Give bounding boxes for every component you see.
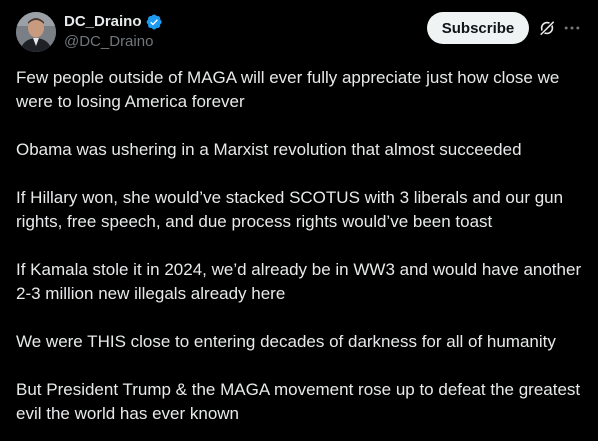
avatar-image — [16, 12, 56, 52]
verified-badge-icon — [146, 14, 162, 30]
author-handle[interactable]: @DC_Draino — [64, 32, 153, 52]
tweet-paragraph: If Kamala stole it in 2024, we’d already… — [16, 260, 582, 303]
tweet-paragraph: But President Trump & the MAGA movement … — [16, 380, 581, 423]
tweet-paragraph: If Hillary won, she would’ve stacked SCO… — [16, 188, 564, 231]
tweet-container: DC_Draino @DC_Draino Subscribe Few peopl… — [0, 0, 598, 441]
avatar[interactable] — [16, 12, 56, 52]
tweet-paragraph: Obama was ushering in a Marxist revoluti… — [16, 140, 522, 159]
more-options-icon[interactable] — [562, 18, 582, 38]
tweet-paragraph: Few people outside of MAGA will ever ful… — [16, 68, 560, 111]
author-display-name[interactable]: DC_Draino — [64, 12, 142, 32]
tweet-text: Few people outside of MAGA will ever ful… — [16, 66, 586, 426]
subscribe-button[interactable]: Subscribe — [427, 12, 529, 44]
author-name-row: DC_Draino — [64, 12, 163, 32]
tweet-paragraph: We were THIS close to entering decades o… — [16, 332, 556, 351]
grok-icon[interactable] — [537, 18, 557, 38]
